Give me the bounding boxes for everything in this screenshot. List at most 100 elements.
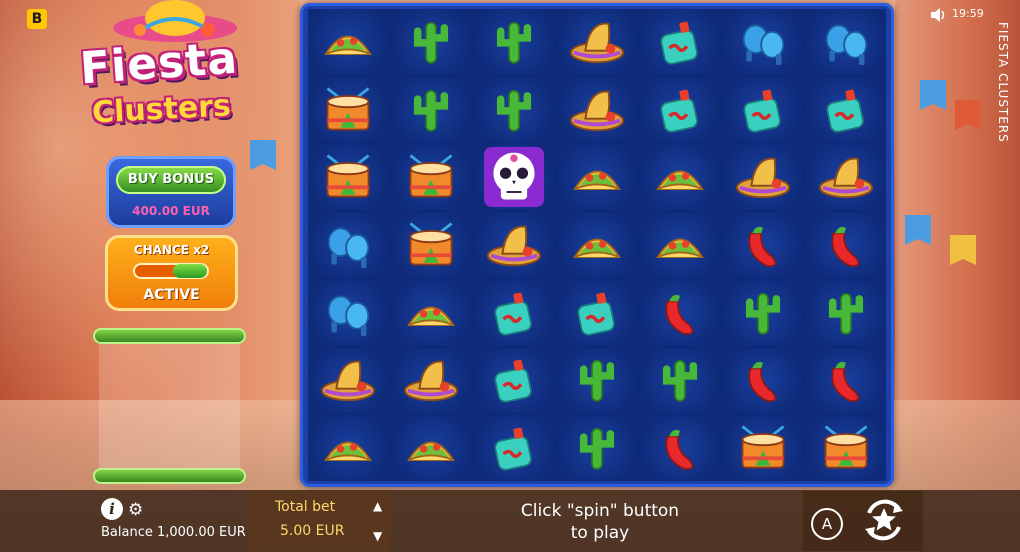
meter-top-cap <box>93 328 246 344</box>
grid-cell <box>722 76 804 143</box>
grid-cell <box>556 212 638 278</box>
grid-cell <box>390 415 472 481</box>
grid-cell <box>722 347 804 414</box>
grid-cell <box>639 347 721 414</box>
taco-icon <box>401 286 461 340</box>
grid-cell <box>556 76 638 143</box>
grid-cell <box>308 144 389 211</box>
bonus-meter <box>93 328 246 486</box>
cactus-icon <box>401 83 461 137</box>
grid-cell <box>308 347 389 414</box>
chili-icon <box>650 286 710 340</box>
gear-icon[interactable]: ⚙ <box>128 500 143 520</box>
grid-cell <box>805 347 886 414</box>
taco-icon <box>567 150 627 204</box>
bottle-icon <box>567 286 627 340</box>
taco-icon <box>401 421 461 475</box>
cactus-icon <box>733 286 793 340</box>
grid-cell <box>473 144 555 211</box>
bet-increase-icon[interactable]: ▲ <box>373 499 382 513</box>
grid-cell <box>390 347 472 414</box>
maracas-icon <box>733 15 793 69</box>
taco-icon <box>318 421 378 475</box>
bottle-icon <box>650 15 710 69</box>
chance-x2-label: CHANCE x2 <box>133 243 210 257</box>
maracas-icon <box>318 286 378 340</box>
meter-bottom-cap <box>93 468 246 484</box>
cactus-icon <box>401 15 461 69</box>
grid-cell <box>308 76 389 143</box>
sombrero-icon <box>484 218 544 272</box>
buy-bonus-button[interactable]: BUY BONUS <box>116 166 226 194</box>
sombrero-icon <box>733 150 793 204</box>
cactus-icon <box>567 421 627 475</box>
vertical-game-title: FIESTA CLUSTERS <box>996 22 1010 143</box>
grid-cell <box>473 279 555 346</box>
spin-message-line2: to play <box>570 523 630 543</box>
brand-badge: B <box>27 9 47 29</box>
grid-cell <box>473 347 555 414</box>
taco-icon <box>650 218 710 272</box>
buy-bonus-price: 400.00 EUR <box>132 204 210 218</box>
skull-icon <box>484 147 545 208</box>
cactus-icon <box>816 286 876 340</box>
grid-cell <box>639 9 721 75</box>
grid-cell <box>556 279 638 346</box>
grid-cell <box>556 144 638 211</box>
grid-cell <box>390 212 472 278</box>
grid-cell <box>308 415 389 481</box>
bottle-icon <box>650 83 710 137</box>
chili-icon <box>733 353 793 407</box>
grid-cell <box>390 9 472 75</box>
taco-icon <box>567 218 627 272</box>
chance-toggle[interactable] <box>133 263 209 279</box>
grid-cell <box>805 76 886 143</box>
grid-cell <box>473 415 555 481</box>
bottle-icon <box>733 83 793 137</box>
grid-cell <box>722 212 804 278</box>
buy-bonus-panel: BUY BONUS 400.00 EUR <box>106 156 236 228</box>
cactus-icon <box>650 353 710 407</box>
bet-decrease-icon[interactable]: ▼ <box>373 529 382 543</box>
grid-cell <box>390 279 472 346</box>
sombrero-icon <box>816 150 876 204</box>
bottle-icon <box>816 83 876 137</box>
grid-cell <box>473 76 555 143</box>
grid-cell <box>722 144 804 211</box>
total-bet-value: 5.00 EUR <box>280 523 345 539</box>
grid-cell <box>722 279 804 346</box>
grid-cell <box>805 144 886 211</box>
sombrero-icon <box>567 15 627 69</box>
autoplay-button[interactable]: A <box>811 508 843 540</box>
speaker-icon[interactable] <box>930 8 946 22</box>
clock: 19:59 <box>952 7 984 20</box>
grid-cell <box>556 347 638 414</box>
chance-x2-panel[interactable]: CHANCE x2 ACTIVE <box>105 235 238 311</box>
grid-cell <box>639 415 721 481</box>
chili-icon <box>816 218 876 272</box>
sombrero-icon <box>318 353 378 407</box>
reel-board <box>300 3 894 487</box>
sombrero-icon <box>567 83 627 137</box>
grid-cell <box>390 144 472 211</box>
grid-cell <box>308 279 389 346</box>
maracas-icon <box>318 218 378 272</box>
bottle-icon <box>484 353 544 407</box>
sombrero-icon <box>401 353 461 407</box>
spin-button[interactable] <box>859 495 909 545</box>
chili-icon <box>816 353 876 407</box>
info-icon[interactable]: i <box>101 498 123 520</box>
chili-icon <box>650 421 710 475</box>
grid-cell <box>390 76 472 143</box>
grid-cell <box>556 415 638 481</box>
grid-cell <box>308 212 389 278</box>
grid-cell <box>308 9 389 75</box>
spin-message-line1: Click "spin" button <box>520 501 680 521</box>
grid-cell <box>805 415 886 481</box>
grid-cell <box>639 76 721 143</box>
cactus-icon <box>567 353 627 407</box>
grid-cell <box>805 9 886 75</box>
drum-icon <box>733 421 793 475</box>
maracas-icon <box>816 15 876 69</box>
taco-icon <box>318 15 378 69</box>
